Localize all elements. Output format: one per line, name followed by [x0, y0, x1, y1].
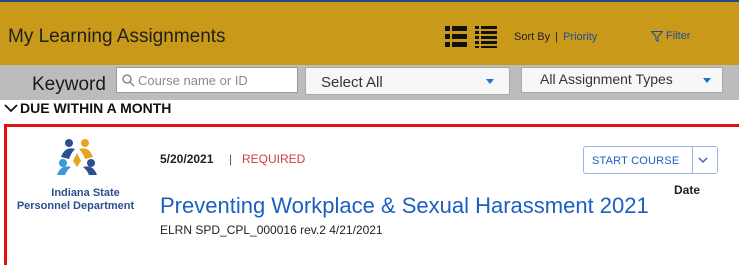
section-label: DUE WITHIN A MONTH [20, 100, 172, 116]
assignment-types-value: All Assignment Types [540, 71, 673, 87]
sort-separator: | [555, 31, 558, 43]
due-within-month-section-toggle[interactable]: DUE WITHIN A MONTH [4, 100, 171, 116]
filter-icon [651, 30, 663, 42]
filter-toolbar: Keyword Select All All Assignment Types [0, 65, 739, 100]
button-divider [692, 147, 693, 173]
chevron-down-icon [4, 104, 18, 113]
chevron-down-icon[interactable] [697, 154, 709, 166]
dropdown-caret-icon [703, 78, 711, 83]
meta-separator: | [229, 152, 233, 166]
people-logo-icon [57, 139, 97, 175]
filter-button[interactable]: Filter [651, 30, 690, 42]
page-header: My Learning Assignments Sort By Date | P… [0, 2, 739, 197]
search-icon [122, 73, 135, 87]
start-course-label: START COURSE [592, 155, 680, 167]
filter-label: Filter [666, 30, 691, 42]
search-box[interactable] [116, 67, 298, 93]
course-title-link[interactable]: Preventing Workplace & Sexual Harassment… [160, 193, 649, 219]
course-code: ELRN SPD_CPL_000016 rev.2 4/21/2021 [160, 223, 383, 237]
search-input[interactable] [138, 72, 288, 88]
view-toggle [445, 26, 497, 48]
keyword-label: Keyword [32, 74, 106, 95]
org-name-line1: Indiana State [51, 187, 120, 199]
assignment-types-dropdown[interactable]: All Assignment Types [521, 67, 723, 93]
sort-by-priority-link[interactable]: Priority [563, 31, 597, 43]
compact-list-view-icon[interactable] [475, 26, 497, 48]
sort-controls: Sort By Date | Priority [514, 31, 700, 197]
page-title: My Learning Assignments [8, 26, 226, 47]
org-name-line2: Personnel Department [16, 200, 135, 212]
list-view-icon[interactable] [445, 26, 467, 48]
select-all-dropdown[interactable]: Select All [305, 67, 510, 95]
dropdown-caret-icon [486, 79, 494, 84]
start-course-button[interactable]: START COURSE [583, 146, 718, 174]
sort-prefix: Sort By [514, 31, 551, 43]
required-badge: REQUIRED [242, 152, 306, 166]
due-date: 5/20/2021 [160, 152, 214, 166]
org-logo: Indiana State Personnel Department [0, 137, 155, 217]
select-all-value: Select All [321, 74, 383, 91]
